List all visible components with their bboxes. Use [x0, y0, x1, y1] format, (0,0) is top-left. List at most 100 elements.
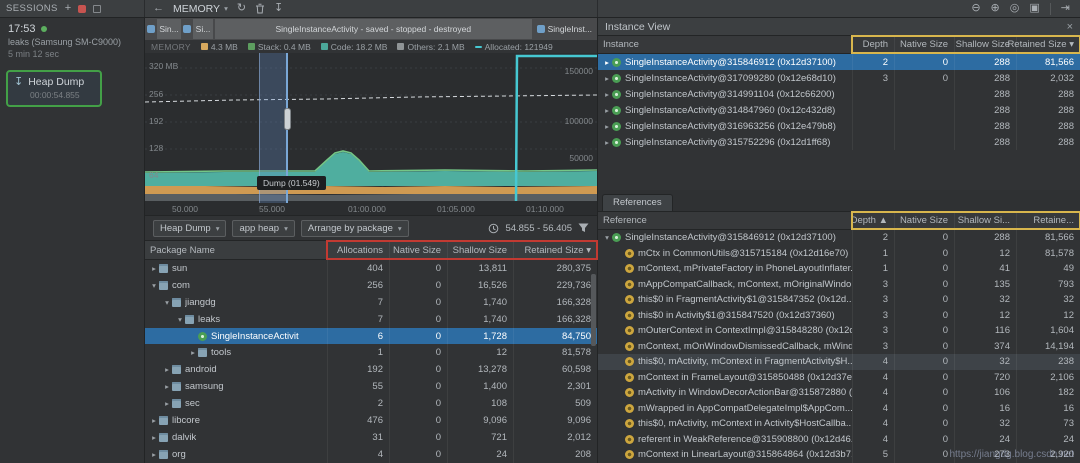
native-size-value	[894, 86, 954, 102]
reference-row[interactable]: referent in WeakReference@315908800 (0x1…	[598, 431, 1080, 447]
activity-segment[interactable]: Si...	[193, 19, 213, 39]
expand-arrow[interactable]: ▸	[602, 106, 612, 115]
heap-dump-combo[interactable]: Heap Dump ▾	[153, 219, 227, 237]
column-header-native-size[interactable]: Native Size	[389, 241, 447, 259]
shallow-size-value: 32	[954, 292, 1016, 308]
native-size-value: 0	[894, 369, 954, 385]
package-row[interactable]: ▸ sec 2 0 108 509	[145, 395, 597, 413]
reference-row[interactable]: ▾ SingleInstanceActivity@315846912 (0x12…	[598, 230, 1080, 246]
column-header-depth[interactable]: Depth ▲	[851, 212, 894, 229]
instance-row[interactable]: ▸ SingleInstanceActivity@317099280 (0x12…	[598, 70, 1080, 86]
depth-value: 3	[852, 292, 894, 308]
package-row[interactable]: ▸ sun 404 0 13,811 280,375	[145, 260, 597, 277]
expand-arrow[interactable]: ▸	[162, 365, 172, 374]
column-header-shallow-size[interactable]: Shallow Size	[447, 241, 513, 259]
package-row[interactable]: SingleInstanceActivit 6 0 1,728 84,750	[145, 327, 597, 345]
instance-row[interactable]: ▸ SingleInstanceActivity@315752296 (0x12…	[598, 134, 1080, 150]
instance-row[interactable]: ▸ SingleInstanceActivity@315846912 (0x12…	[598, 54, 1080, 70]
trash-icon[interactable]	[255, 3, 265, 14]
column-header-instance[interactable]: Instance	[598, 36, 852, 53]
expand-arrow[interactable]: ▸	[149, 416, 159, 425]
add-session-icon[interactable]: +	[65, 3, 71, 14]
expand-arrow[interactable]: ▾	[149, 281, 159, 290]
column-header-native-size[interactable]: Native Size	[894, 36, 954, 53]
reference-row[interactable]: this$0, mActivity, mContext in FragmentA…	[598, 354, 1080, 370]
reference-table-header: Reference Depth ▲ Native Size Shallow Si…	[598, 211, 1080, 230]
package-row[interactable]: ▾ com 256 0 16,526 229,736	[145, 276, 597, 294]
column-header-depth[interactable]: Depth	[852, 36, 894, 53]
package-row[interactable]: ▸ org 4 0 24 208	[145, 445, 597, 463]
stop-recording-icon[interactable]	[78, 4, 87, 13]
reference-row[interactable]: mAppCompatCallback, mContext, mOriginalW…	[598, 276, 1080, 292]
expand-arrow[interactable]: ▸	[602, 58, 612, 67]
activity-segment[interactable]: SingleInst...	[534, 19, 595, 39]
y-axis-right-label: 100000	[564, 116, 593, 126]
arrange-by-combo[interactable]: Arrange by package ▾	[300, 219, 409, 237]
column-header-allocations[interactable]: Allocations	[327, 241, 389, 259]
expand-arrow[interactable]: ▸	[602, 90, 612, 99]
expand-arrow[interactable]: ▸	[602, 138, 612, 147]
reference-row[interactable]: this$0, mActivity, mContext in Activity$…	[598, 416, 1080, 432]
column-header-retained-size[interactable]: Retained Size ▾	[513, 241, 597, 259]
close-icon[interactable]: ×	[1067, 21, 1073, 33]
expand-arrow[interactable]: ▸	[162, 382, 172, 391]
column-header-retained-size[interactable]: Retaine...	[1016, 212, 1080, 229]
zoom-out-icon[interactable]: ⊖	[971, 3, 980, 14]
column-header-shallow-size[interactable]: Shallow Si...	[954, 212, 1016, 229]
column-header-reference[interactable]: Reference	[598, 212, 852, 229]
expand-arrow[interactable]: ▸	[162, 399, 172, 408]
column-header-package-name[interactable]: Package Name	[145, 241, 327, 259]
back-arrow-icon[interactable]: ←	[153, 3, 164, 14]
reset-zoom-icon[interactable]: ◎	[1010, 3, 1020, 14]
heap-dump-session-item[interactable]: ↧ Heap Dump 00:00:54.855	[6, 70, 102, 107]
reference-row[interactable]: mContext, mOnWindowDismissedCallback, mW…	[598, 338, 1080, 354]
expand-arrow[interactable]: ▾	[162, 298, 172, 307]
expand-arrow[interactable]: ▸	[602, 122, 612, 131]
reference-row[interactable]: mCtx in CommonUtils@315715184 (0x12d16e7…	[598, 245, 1080, 261]
memory-timeline-chart[interactable]: 320 MB 256 192 128 64 150000 100000 5000…	[145, 53, 597, 203]
expand-arrow[interactable]: ▸	[149, 433, 159, 442]
package-row[interactable]: ▾ jiangdg 7 0 1,740 166,328	[145, 293, 597, 311]
go-live-icon[interactable]: ⇥	[1061, 3, 1070, 14]
retained-size-value: 81,578	[1016, 245, 1080, 261]
column-header-native-size[interactable]: Native Size	[894, 212, 954, 229]
package-row[interactable]: ▸ dalvik 31 0 721 2,012	[145, 428, 597, 446]
reference-row[interactable]: mActivity in WindowDecorActionBar@315872…	[598, 385, 1080, 401]
zoom-to-selection-icon[interactable]: ▣	[1029, 3, 1039, 14]
reference-row[interactable]: this$0 in Activity$1@315847520 (0x12d373…	[598, 307, 1080, 323]
package-row[interactable]: ▸ libcore 476 0 9,096 9,096	[145, 412, 597, 429]
heap-scope-combo[interactable]: app heap ▾	[232, 219, 295, 237]
expand-arrow[interactable]: ▸	[602, 74, 612, 83]
column-header-retained-size[interactable]: Retained Size ▾	[1007, 36, 1080, 53]
filter-icon[interactable]	[578, 223, 589, 233]
expand-arrow[interactable]: ▸	[149, 450, 159, 459]
instance-row[interactable]: ▸ SingleInstanceActivity@314991104 (0x12…	[598, 86, 1080, 102]
reference-row[interactable]: mContext, mPrivateFactory in PhoneLayout…	[598, 261, 1080, 277]
reference-row[interactable]: this$0 in FragmentActivity$1@315847352 (…	[598, 292, 1080, 308]
package-row[interactable]: ▸ samsung 55 0 1,400 2,301	[145, 378, 597, 396]
reference-row[interactable]: mWrapped in AppCompatDelegateImpl$AppCom…	[598, 400, 1080, 416]
package-row[interactable]: ▾ leaks 7 0 1,740 166,328	[145, 310, 597, 328]
expand-arrow[interactable]: ▾	[602, 233, 612, 242]
activity-segment[interactable]: SingleInstanceActivity - saved - stopped…	[215, 19, 532, 39]
selection-handle[interactable]	[284, 108, 291, 130]
expand-arrow[interactable]: ▸	[188, 348, 198, 357]
instance-row[interactable]: ▸ SingleInstanceActivity@314847960 (0x12…	[598, 102, 1080, 118]
package-row[interactable]: ▸ tools 1 0 12 81,578	[145, 344, 597, 362]
expand-arrow[interactable]: ▾	[175, 315, 185, 324]
expand-arrow[interactable]: ▸	[149, 264, 159, 273]
session-item[interactable]: 17:53 leaks (Samsung SM-C9000) 5 min 12 …	[0, 18, 144, 62]
stage-selector[interactable]: MEMORY ▾	[173, 3, 228, 15]
retained-size-value: 509	[513, 395, 597, 413]
package-row[interactable]: ▸ android 192 0 13,278 60,598	[145, 361, 597, 379]
reference-row[interactable]: mOuterContext in ContextImpl@315848280 (…	[598, 323, 1080, 339]
reference-row[interactable]: mContext in FrameLayout@315850488 (0x12d…	[598, 369, 1080, 385]
force-gc-icon[interactable]: ↻	[237, 3, 246, 14]
capture-heap-dump-icon[interactable]: ↧	[274, 3, 283, 14]
activity-segment[interactable]: Sin...	[157, 19, 181, 39]
end-session-icon[interactable]	[93, 4, 102, 13]
tab-references[interactable]: References	[602, 194, 673, 211]
zoom-in-icon[interactable]: ⊕	[991, 3, 1000, 14]
scrollbar-thumb[interactable]	[591, 274, 596, 346]
instance-row[interactable]: ▸ SingleInstanceActivity@316963256 (0x12…	[598, 118, 1080, 134]
